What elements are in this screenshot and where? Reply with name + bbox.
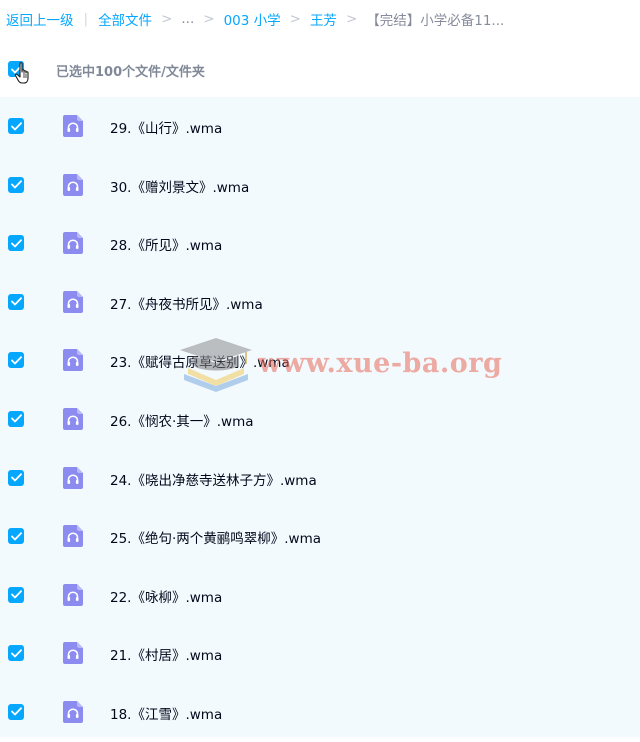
file-checkbox[interactable] [8, 176, 24, 193]
file-row[interactable]: 21.《村居》.wma [0, 624, 640, 683]
check-icon [10, 121, 22, 130]
file-checkbox[interactable] [8, 469, 24, 486]
audio-file-icon [62, 290, 84, 314]
file-checkbox[interactable] [8, 410, 24, 427]
check-icon [10, 414, 22, 423]
breadcrumb-item-all-files[interactable]: 全部文件 [98, 9, 152, 29]
check-icon [10, 707, 22, 716]
audio-file-icon [62, 231, 84, 255]
file-name[interactable]: 30.《赠刘景文》.wma [110, 176, 249, 196]
check-icon [10, 238, 22, 248]
selection-bar: 已选中100个文件/文件夹 [0, 48, 640, 92]
check-icon [10, 297, 22, 306]
file-name[interactable]: 27.《舟夜书所见》.wma [110, 293, 263, 313]
file-name[interactable]: 25.《绝句·两个黄鹂鸣翠柳》.wma [110, 527, 321, 547]
audio-file-icon [62, 700, 84, 724]
file-name[interactable]: 21.《村居》.wma [110, 644, 222, 664]
check-icon [10, 531, 22, 541]
file-name[interactable]: 23.《赋得古原草送别》.wma [110, 351, 290, 371]
breadcrumb-item-wangfang[interactable]: 王芳 [310, 9, 337, 29]
file-checkbox[interactable] [8, 645, 24, 662]
file-checkbox[interactable] [8, 235, 24, 252]
hand-cursor-icon [14, 62, 29, 84]
file-row[interactable]: 25.《绝句·两个黄鹂鸣翠柳》.wma [0, 507, 640, 566]
check-icon [10, 590, 22, 599]
audio-file-icon [62, 173, 84, 197]
breadcrumb-current: 【完结】小学必备11... [366, 13, 505, 29]
file-row[interactable]: 27.《舟夜书所见》.wma [0, 273, 640, 332]
file-list: 29.《山行》.wma 30.《赠刘景文》.wma 28.《所见》.wma 27.《舟… [0, 97, 640, 737]
selection-count-text: 已选中100个文件/文件夹 [56, 65, 205, 80]
file-name[interactable]: 24.《晓出净慈寺送林子方》.wma [110, 469, 317, 489]
file-row[interactable]: 26.《悯农·其一》.wma [0, 390, 640, 449]
breadcrumb-separator: > [203, 11, 215, 27]
audio-file-icon [62, 348, 84, 372]
file-checkbox[interactable] [8, 586, 24, 603]
audio-file-icon [62, 466, 84, 490]
check-icon [10, 473, 22, 482]
file-row[interactable]: 30.《赠刘景文》.wma [0, 156, 640, 215]
file-name[interactable]: 29.《山行》.wma [110, 117, 222, 137]
check-icon [10, 180, 22, 189]
file-checkbox[interactable] [8, 703, 24, 720]
file-row[interactable]: 24.《晓出净慈寺送林子方》.wma [0, 449, 640, 508]
audio-file-icon [62, 641, 84, 665]
file-checkbox[interactable] [8, 528, 24, 545]
file-checkbox[interactable] [8, 352, 24, 369]
audio-file-icon [62, 114, 84, 138]
file-name[interactable]: 26.《悯农·其一》.wma [110, 410, 254, 430]
file-name[interactable]: 18.《江雪》.wma [110, 703, 222, 723]
breadcrumb-item-ellipsis[interactable]: ... [181, 11, 194, 27]
check-icon [10, 649, 22, 658]
breadcrumb-separator: > [345, 11, 358, 27]
file-row[interactable]: 22.《咏柳》.wma [0, 566, 640, 625]
file-row[interactable]: 28.《所见》.wma [0, 214, 640, 273]
breadcrumb-divider: | [83, 11, 89, 27]
file-row[interactable]: 18.《江雪》.wma [0, 683, 640, 742]
file-name[interactable]: 28.《所见》.wma [110, 234, 222, 254]
file-name[interactable]: 22.《咏柳》.wma [110, 586, 222, 606]
check-icon [10, 356, 22, 365]
audio-file-icon [62, 583, 84, 607]
back-link[interactable]: 返回上一级 [6, 9, 74, 29]
breadcrumb-item-003[interactable]: 003 小学 [224, 9, 281, 29]
file-row[interactable]: 23.《赋得古原草送别》.wma [0, 331, 640, 390]
file-checkbox[interactable] [8, 118, 24, 134]
breadcrumb-separator: > [289, 11, 301, 27]
file-checkbox[interactable] [8, 293, 24, 310]
audio-file-icon [62, 407, 84, 431]
breadcrumb: 返回上一级 | 全部文件 > ... > 003 小学 > 王芳 > 【完结】小… [6, 0, 504, 38]
audio-file-icon [62, 524, 84, 548]
file-row[interactable]: 29.《山行》.wma [0, 97, 640, 156]
breadcrumb-separator: > [161, 11, 173, 27]
